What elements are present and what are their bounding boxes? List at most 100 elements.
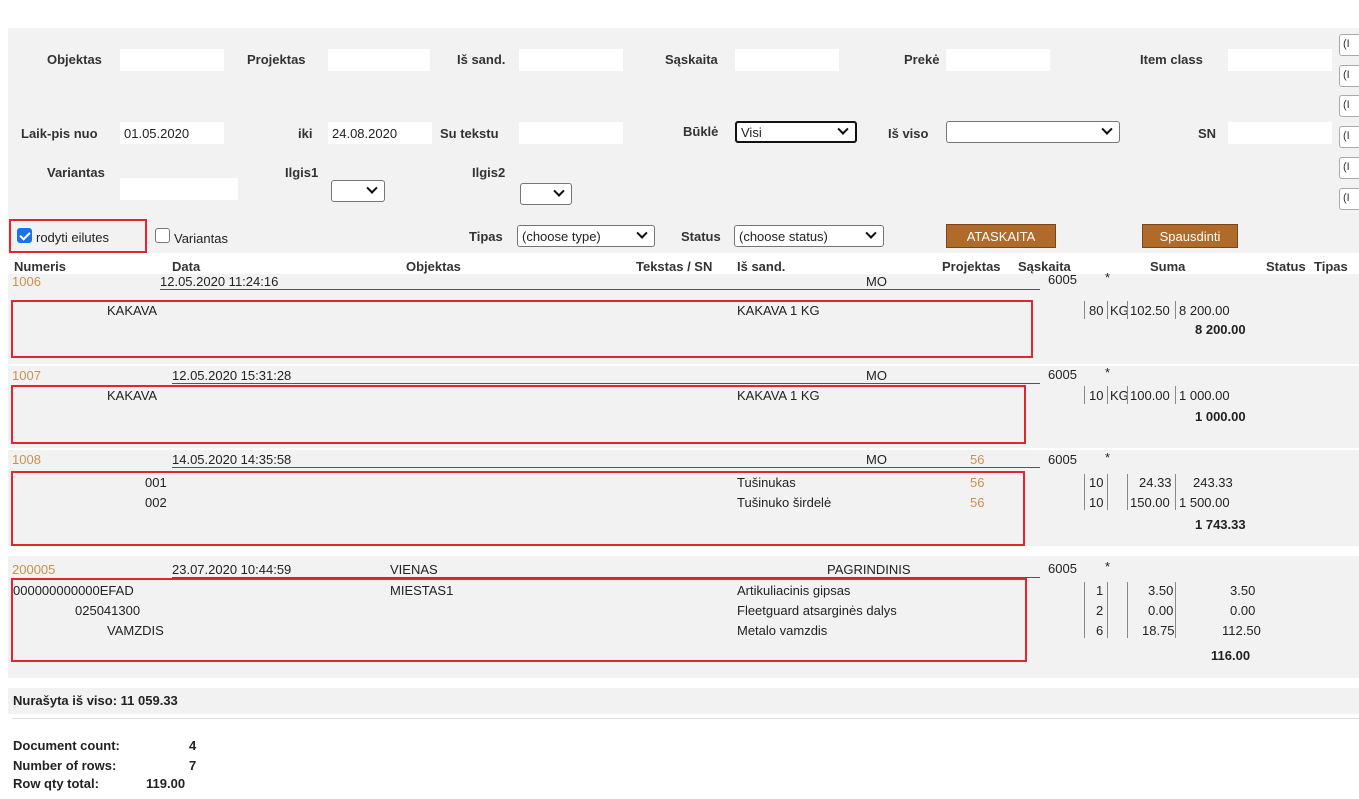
projektas-input[interactable] — [328, 49, 430, 71]
row-price: 24.33 — [1139, 475, 1172, 490]
col-status[interactable]: Status — [1266, 259, 1306, 274]
doc-star: * — [1105, 365, 1111, 380]
spausdinti-button[interactable]: Spausdinti — [1142, 224, 1238, 248]
col-numeris[interactable]: Numeris — [14, 259, 66, 274]
divider — [1175, 386, 1176, 404]
col-tekstas[interactable]: Tekstas / SN — [636, 259, 712, 274]
doc-count-label: Document count: — [13, 738, 120, 753]
doc-saskaita: 6005 — [1048, 452, 1077, 467]
col-data[interactable]: Data — [172, 259, 200, 274]
doc-date: 14.05.2020 14:35:58 — [172, 452, 1040, 468]
doc-number-link[interactable]: 1006 — [12, 274, 41, 289]
chevron-down-icon — [865, 227, 877, 239]
itemclass-input[interactable] — [1228, 49, 1332, 71]
col-tipas[interactable]: Tipas — [1314, 259, 1348, 274]
preke-input[interactable] — [946, 49, 1050, 71]
divider — [1107, 301, 1108, 319]
doc-date: 12.05.2020 11:24:16 — [160, 274, 1040, 290]
divider — [1084, 386, 1085, 404]
divider — [1175, 582, 1176, 638]
side-option-4[interactable]: (I — [1339, 126, 1359, 148]
sutekstu-label: Su tekstu — [440, 126, 499, 141]
col-projektas[interactable]: Projektas — [942, 259, 1001, 274]
side-option-2[interactable]: (I — [1339, 65, 1359, 87]
col-objektas[interactable]: Objektas — [406, 259, 461, 274]
row-unit: KG — [1110, 388, 1129, 403]
row-sum: 3.50 — [1230, 583, 1256, 598]
row-qty: 1 — [1096, 583, 1104, 598]
divider — [1084, 582, 1085, 638]
col-issand[interactable]: Iš sand. — [737, 259, 785, 274]
doc-star: * — [1105, 450, 1111, 465]
divider — [1127, 582, 1128, 638]
divider — [1107, 474, 1108, 510]
sutekstu-input[interactable] — [519, 122, 623, 144]
sn-input[interactable] — [1228, 122, 1332, 144]
chevron-down-icon — [553, 185, 565, 197]
objektas-label: Objektas — [47, 52, 102, 67]
status-select[interactable]: (choose status) — [734, 225, 884, 247]
divider — [1107, 582, 1108, 638]
divider — [1127, 386, 1128, 404]
doc-date: 12.05.2020 15:31:28 — [172, 368, 1040, 384]
side-option-6[interactable]: (I — [1339, 188, 1359, 210]
doc-number-link[interactable]: 1007 — [12, 368, 41, 383]
doc-saskaita: 6005 — [1048, 272, 1077, 287]
row-qty: 2 — [1096, 603, 1104, 618]
date-to-input[interactable] — [328, 122, 432, 144]
ilgis2-select[interactable] — [520, 183, 572, 205]
bukle-select[interactable]: Visi — [735, 121, 857, 143]
variantas-checkbox-label: Variantas — [174, 231, 228, 246]
variantas-label: Variantas — [47, 165, 105, 180]
doc-total: 116.00 — [1211, 648, 1251, 663]
side-option-5[interactable]: (I — [1339, 157, 1359, 179]
saskaita-input[interactable] — [735, 49, 839, 71]
highlight-rows — [11, 578, 1027, 662]
row-price: 100.00 — [1130, 388, 1170, 403]
rowqty-label: Row qty total: — [13, 776, 99, 791]
date-from-input[interactable] — [120, 122, 224, 144]
doc-issand: MO — [866, 452, 887, 467]
row-sum: 8 200.00 — [1179, 303, 1230, 318]
col-suma[interactable]: Suma — [1150, 259, 1185, 274]
highlight-rows — [11, 300, 1033, 358]
laikpis-label: Laik-pis nuo — [21, 126, 98, 141]
doc-total: 1 743.33 — [1195, 517, 1246, 532]
saskaita-label: Sąskaita — [665, 52, 718, 67]
doc-projektas-link[interactable]: 56 — [970, 452, 984, 467]
ilgis1-select[interactable] — [331, 180, 385, 202]
chevron-down-icon — [837, 123, 849, 135]
doc-count-value: 4 — [189, 738, 197, 753]
row-price: 3.50 — [1148, 583, 1174, 598]
status-value: (choose status) — [739, 228, 828, 244]
row-sum: 243.33 — [1193, 475, 1233, 490]
projektas-label: Projektas — [247, 52, 306, 67]
divider — [1127, 474, 1128, 510]
highlight-rows — [11, 471, 1025, 546]
preke-label: Prekė — [904, 52, 940, 67]
side-option-3[interactable]: (I — [1339, 95, 1359, 117]
ilgis1-label: Ilgis1 — [285, 165, 319, 180]
row-price: 0.00 — [1148, 603, 1174, 618]
divider — [1107, 386, 1108, 404]
rodyti-eilutes-checkbox[interactable] — [17, 228, 32, 243]
divider — [1127, 301, 1128, 319]
tipas-select[interactable]: (choose type) — [517, 225, 655, 247]
iki-label: iki — [298, 126, 313, 141]
row-qty: 6 — [1096, 623, 1104, 638]
doc-number-link[interactable]: 200005 — [12, 562, 55, 577]
isviso-select[interactable] — [946, 121, 1120, 143]
ataskaita-button[interactable]: ATASKAITA — [946, 224, 1056, 248]
row-qty: 10 — [1089, 495, 1104, 510]
variantas-input[interactable] — [120, 178, 238, 200]
issand-input[interactable] — [519, 49, 623, 71]
divider — [12, 718, 1359, 719]
row-sum: 1 000.00 — [1179, 388, 1230, 403]
objektas-input[interactable] — [120, 49, 224, 71]
doc-total: 1 000.00 — [1195, 409, 1246, 424]
divider — [1175, 301, 1176, 319]
rows-label: Number of rows: — [13, 758, 117, 773]
variantas-checkbox[interactable] — [155, 228, 170, 243]
doc-number-link[interactable]: 1008 — [12, 452, 41, 467]
side-option-1[interactable]: (I — [1339, 34, 1359, 56]
